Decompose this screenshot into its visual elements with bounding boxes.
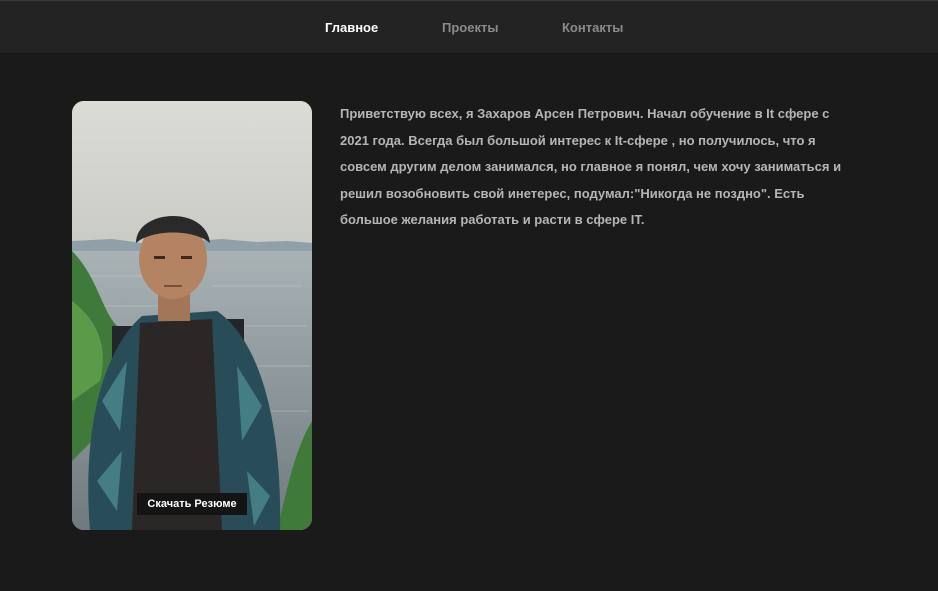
profile-photo [72,101,312,530]
bio-text: Приветствую всех, я Захаров Арсен Петров… [340,106,842,227]
download-resume-button[interactable]: Скачать Резюме [137,493,247,515]
top-navbar: Главное Проекты Контакты [0,1,938,53]
portrait-photo-icon [72,101,312,530]
nav-link-home[interactable]: Главное [325,20,378,35]
nav-link-contacts[interactable]: Контакты [562,20,623,35]
nav-link-projects[interactable]: Проекты [442,20,498,35]
